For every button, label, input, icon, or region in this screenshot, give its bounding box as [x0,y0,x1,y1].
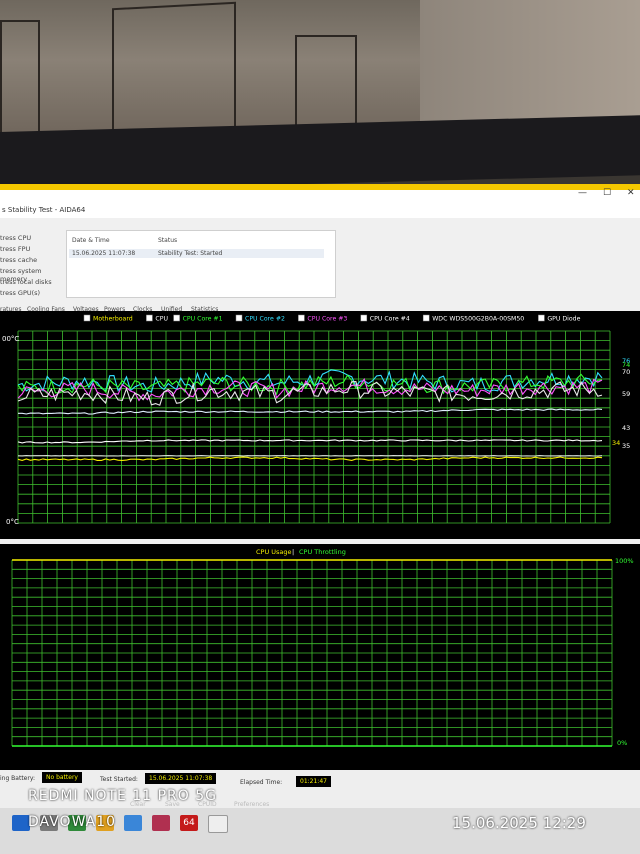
taskbar-clock: 15.06.2025 12:29 [452,814,586,832]
preferences-button[interactable]: Preferences [234,801,269,808]
legend-label: CPU [155,316,168,323]
window-title: s Stability Test - AIDA64 [2,206,86,214]
series-line [17,439,603,444]
legend-checkbox[interactable] [298,314,305,322]
aida64-window: s Stability Test - AIDA64 — ☐ ✕ tress CP… [0,188,640,810]
legend-separator: | [292,548,294,556]
temperature-graph-svg: Motherboard CPU CPU Core #1 CPU Core #2 CPU … [2,314,630,526]
legend-label: CPU Core #4 [370,316,410,323]
legend-checkbox[interactable] [83,314,91,322]
maximize-button[interactable]: ☐ [603,188,611,198]
cpu-usage-graph-svg: CPU Usage | CPU Throttling 100% 0% [11,548,634,747]
app-icon[interactable] [208,815,228,833]
row-status: Stability Test: Started [158,250,223,257]
legend-label: Motherboard [93,316,133,323]
legend-label: CPU Core #3 [307,316,347,323]
temperature-legend: Motherboard CPU CPU Core #1 CPU Core #2 CPU … [83,314,581,323]
y-axis-top-label: 00°C [2,335,19,343]
legend-checkbox[interactable] [360,314,368,322]
stress-cache-checkbox[interactable]: tress cache [0,256,66,267]
legend-label: WDC WDS500G2B0A-00SM50 [432,316,524,323]
legend-checkbox[interactable] [422,314,430,322]
aida64-taskbar-icon[interactable]: 64 [180,815,198,831]
title-bar: s Stability Test - AIDA64 — ☐ ✕ [0,188,640,218]
y-axis-top-label: 100% [615,557,634,565]
current-value-label: 43 [622,424,630,432]
battery-value: No battery [42,772,82,783]
stress-gpu-checkbox[interactable]: tress GPU(s) [0,289,66,300]
series-line [17,380,603,406]
legend-checkbox[interactable] [173,314,180,322]
stress-cpu-checkbox[interactable]: tress CPU [0,234,66,245]
elapsed-value: 01:21:47 [296,776,331,787]
stress-fpu-checkbox[interactable]: tress FPU [0,245,66,256]
legend-label: GPU Diode [547,316,580,323]
column-header-date: Date & Time [72,237,110,244]
y-axis-bottom-label: 0°C [6,518,19,526]
legend-checkbox[interactable] [146,314,153,322]
column-header-status: Status [158,237,178,244]
row-date: 15.06.2025 11:07:38 [72,250,136,257]
series-line [18,408,603,415]
legend-cpu-throttling: CPU Throttling [299,548,346,556]
elapsed-label: Elapsed Time: [240,779,283,786]
browser-icon[interactable] [124,815,142,831]
legend-label: CPU Core #1 [183,316,223,323]
status-table: Date & Time Status 15.06.2025 11:07:38 S… [66,230,336,298]
legend-checkbox[interactable] [235,314,243,322]
app-icon[interactable] [152,815,170,831]
current-value-label: 70 [622,368,630,376]
temperature-graph: Motherboard CPU CPU Core #1 CPU Core #2 CPU … [0,311,640,539]
legend-cpu-usage: CPU Usage [256,548,292,556]
stress-disks-checkbox[interactable]: tress local disks [0,278,66,289]
camera-watermark-model: REDMI NOTE 11 PRO 5G [28,788,218,804]
current-value-label: 34 [612,439,620,447]
test-started-value: 15.06.2025 11:07:38 [145,773,217,784]
stress-options-list: tress CPU tress FPU tress cache tress sy… [0,234,66,300]
table-row[interactable]: 15.06.2025 11:07:38 Stability Test: Star… [69,249,324,258]
legend-checkbox[interactable] [538,314,545,322]
cpu-usage-graph: CPU Usage | CPU Throttling 100% 0% [0,544,640,770]
wall-sketch [295,35,357,134]
minimize-button[interactable]: — [578,188,587,198]
close-button[interactable]: ✕ [627,188,635,198]
stress-memory-checkbox[interactable]: tress system memory [0,267,66,283]
wall-sketch [0,20,40,134]
test-started-label: Test Started: [100,776,138,783]
current-value-label: 35 [622,442,630,450]
y-axis-bottom-label: 0% [617,739,627,747]
legend-label: CPU Core #2 [245,316,285,323]
current-value-label: 59 [622,390,630,398]
battery-label: ing Battery: [0,775,35,782]
camera-watermark-name: DAVOWA10 [28,814,117,830]
series-line [17,456,603,461]
